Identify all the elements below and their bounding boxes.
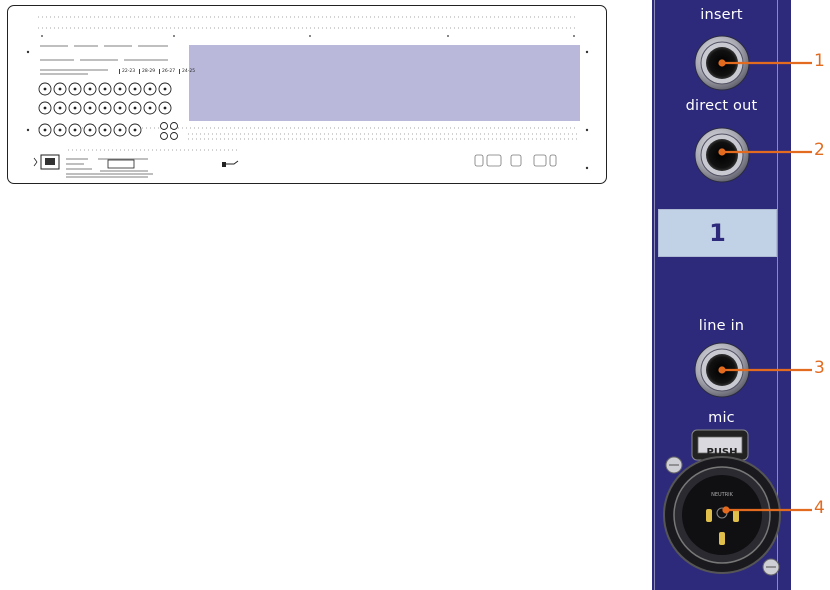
strip-connectors — [663, 35, 781, 576]
neutrik-label: NEUTRIK — [711, 492, 733, 498]
channel-strip: insert direct out 1 line in mic PUSH NEU… — [652, 0, 791, 590]
input-group-label: 26-27 — [159, 69, 175, 74]
callout-number-2: 2 — [814, 140, 825, 160]
line-in-jack — [694, 342, 750, 398]
input-group-label: 24-25 — [179, 69, 195, 74]
callout-number-3: 3 — [814, 358, 825, 378]
insert-jack — [694, 35, 750, 91]
input-group-label: 28-29 — [139, 69, 155, 74]
push-label: PUSH — [706, 447, 738, 458]
callout-number-1: 1 — [814, 51, 825, 71]
rear-panel-overview: 22-23 28-29 26-27 24-25 — [7, 5, 607, 184]
channel-section-highlight — [189, 45, 580, 121]
input-group-label: 22-23 — [119, 69, 135, 74]
callout-number-4: 4 — [814, 498, 825, 518]
direct-out-jack — [694, 127, 750, 183]
